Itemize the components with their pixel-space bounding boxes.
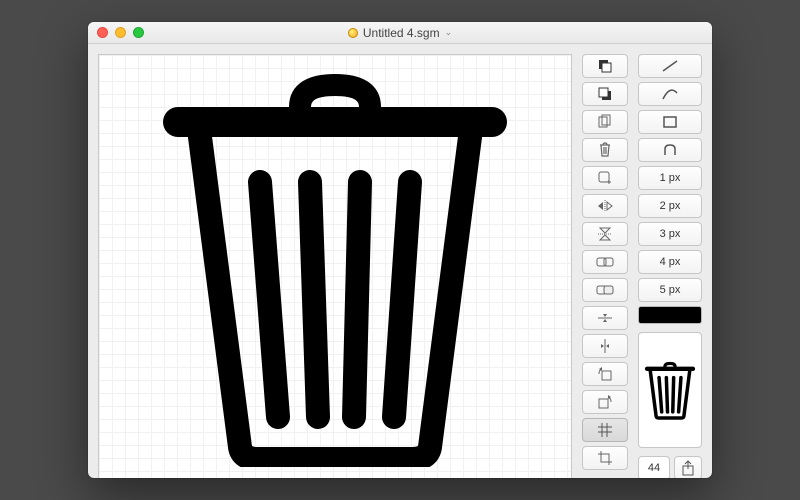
stroke-1px-button[interactable]: 1 px <box>638 166 702 190</box>
minimize-window-button[interactable] <box>115 27 126 38</box>
bring-front-icon <box>597 58 613 74</box>
line-tool-icon <box>661 59 679 73</box>
crop-icon <box>597 450 613 466</box>
preview-size-value: 44 <box>648 462 660 474</box>
grid-toggle-button[interactable] <box>582 418 628 442</box>
canvas[interactable] <box>98 54 572 478</box>
preview-controls: 44 <box>638 456 702 478</box>
preview-trash-icon <box>643 360 697 420</box>
bring-front-button[interactable] <box>582 54 628 78</box>
stroke-2px-label: 2 px <box>660 200 681 212</box>
subtract-icon <box>596 283 614 297</box>
flip-horizontal-icon <box>596 199 614 213</box>
preview-box <box>638 332 702 448</box>
union-button[interactable] <box>582 250 628 274</box>
shape-tools-column: 1 px 2 px 3 px 4 px 5 px <box>638 54 702 478</box>
window-title-text: Untitled 4.sgm <box>363 26 440 40</box>
rect-tool-icon <box>662 115 678 129</box>
arch-tool-button[interactable] <box>638 138 702 162</box>
color-swatch[interactable] <box>638 306 702 324</box>
arch-tool-icon <box>662 143 678 157</box>
crop-button[interactable] <box>582 446 628 470</box>
stroke-3px-button[interactable]: 3 px <box>638 222 702 246</box>
app-window: Untitled 4.sgm ⌄ <box>88 22 712 478</box>
add-shape-button[interactable] <box>582 166 628 190</box>
rect-tool-button[interactable] <box>638 110 702 134</box>
stroke-2px-button[interactable]: 2 px <box>638 194 702 218</box>
canvas-artwork <box>99 55 571 478</box>
stroke-5px-button[interactable]: 5 px <box>638 278 702 302</box>
trash-small-icon <box>598 142 612 158</box>
delete-button[interactable] <box>582 138 628 162</box>
send-back-icon <box>597 86 613 102</box>
subtract-button[interactable] <box>582 278 628 302</box>
flip-vertical-button[interactable] <box>582 222 628 246</box>
window-title: Untitled 4.sgm ⌄ <box>88 26 712 40</box>
trash-icon <box>150 67 520 467</box>
rotate-cw-button[interactable] <box>582 390 628 414</box>
flip-horizontal-button[interactable] <box>582 194 628 218</box>
rotate-ccw-button[interactable] <box>582 362 628 386</box>
share-button[interactable] <box>674 456 702 478</box>
window-controls <box>88 27 144 38</box>
window-body: 1 px 2 px 3 px 4 px 5 px <box>88 44 712 478</box>
curve-tool-button[interactable] <box>638 82 702 106</box>
curve-tool-icon <box>661 87 679 101</box>
stroke-4px-button[interactable]: 4 px <box>638 250 702 274</box>
title-chevron-icon: ⌄ <box>445 27 453 38</box>
stroke-5px-label: 5 px <box>660 284 681 296</box>
share-icon <box>681 460 695 476</box>
rotate-ccw-icon <box>597 366 613 382</box>
duplicate-icon <box>597 114 613 130</box>
align-horizontal-button[interactable] <box>582 306 628 330</box>
close-window-button[interactable] <box>97 27 108 38</box>
union-icon <box>596 255 614 269</box>
edit-tools-column <box>582 54 628 478</box>
stroke-1px-label: 1 px <box>660 172 681 184</box>
rotate-cw-icon <box>597 394 613 410</box>
flip-vertical-icon <box>597 226 613 242</box>
align-vertical-button[interactable] <box>582 334 628 358</box>
align-vertical-icon <box>598 338 612 354</box>
preview-size-field[interactable]: 44 <box>638 456 670 478</box>
add-shape-icon <box>597 170 613 186</box>
titlebar: Untitled 4.sgm ⌄ <box>88 22 712 44</box>
stroke-3px-label: 3 px <box>660 228 681 240</box>
duplicate-button[interactable] <box>582 110 628 134</box>
stroke-4px-label: 4 px <box>660 256 681 268</box>
zoom-window-button[interactable] <box>133 27 144 38</box>
grid-icon <box>598 423 612 437</box>
document-proxy-icon <box>348 28 358 38</box>
align-horizontal-icon <box>597 311 613 325</box>
line-tool-button[interactable] <box>638 54 702 78</box>
send-back-button[interactable] <box>582 82 628 106</box>
